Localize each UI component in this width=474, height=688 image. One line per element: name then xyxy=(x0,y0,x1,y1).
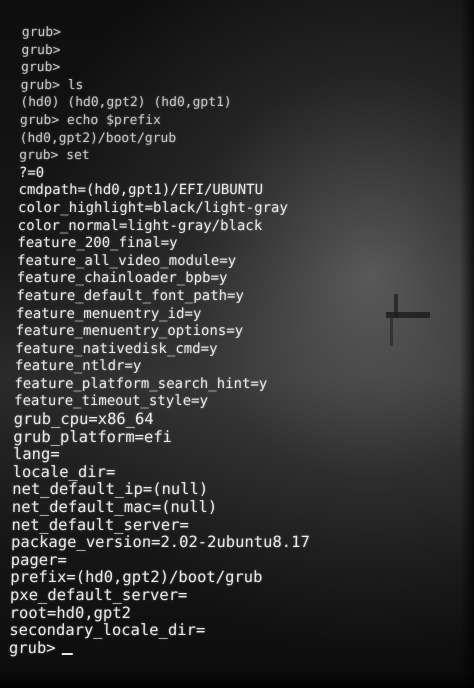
prompt-line[interactable]: grub> xyxy=(8,638,449,658)
console-line: grub> ls xyxy=(20,77,84,93)
console-line: net_default_ip=(null) xyxy=(12,480,209,499)
console-line: feature_default_font_path=y xyxy=(16,287,245,304)
console-line: grub> xyxy=(21,42,61,58)
console-line: feature_platform_search_hint=y xyxy=(14,375,268,392)
console-line: grub_cpu=x86_64 xyxy=(13,410,154,429)
console-line: grub> set xyxy=(19,148,90,164)
screen-bezel-bottom xyxy=(0,670,474,688)
grub-console[interactable]: grub> grub> grub> grub> ls (hd0) (hd0,gp… xyxy=(9,24,462,657)
console-line: grub_platform=efi xyxy=(13,427,173,446)
console-line: lang= xyxy=(12,445,60,464)
console-line: (hd0,gpt2)/boot/grub xyxy=(19,130,177,146)
console-line: color_highlight=black/light-gray xyxy=(17,199,289,216)
console-line: pager= xyxy=(10,550,67,569)
console-line: feature_timeout_style=y xyxy=(13,393,209,410)
prompt-label: grub> xyxy=(8,638,56,657)
console-line: feature_all_video_module=y xyxy=(16,252,237,269)
console-line: prefix=(hd0,gpt2)/boot/grub xyxy=(10,568,263,587)
console-line: feature_chainloader_bpb=y xyxy=(16,270,228,287)
console-line: pxe_default_server= xyxy=(9,586,188,604)
console-line: root=hd0,gpt2 xyxy=(9,603,132,622)
console-line: feature_menuentry_options=y xyxy=(15,323,244,340)
console-line: grub> xyxy=(20,60,61,76)
console-line: package_version=2.02-2ubuntu8.17 xyxy=(10,533,310,552)
console-line: ?=0 xyxy=(18,164,45,181)
console-line: color_normal=light-gray/black xyxy=(17,217,263,234)
console-line: feature_menuentry_id=y xyxy=(15,305,202,322)
screen-bezel-right xyxy=(460,0,474,688)
console-line: secondary_locale_dir= xyxy=(9,621,206,640)
console-line: (hd0) (hd0,gpt2) (hd0,gpt1) xyxy=(20,95,232,111)
console-line: net_default_server= xyxy=(11,515,190,534)
console-line: cmdpath=(hd0,gpt1)/EFI/UBUNTU xyxy=(18,182,264,199)
console-line: feature_nativedisk_cmd=y xyxy=(15,340,218,357)
text-cursor xyxy=(61,652,73,655)
console-line: net_default_mac=(null) xyxy=(11,498,218,517)
console-line: feature_ntldr=y xyxy=(14,358,142,375)
console-line: grub> echo $prefix xyxy=(19,112,162,128)
console-line: grub> xyxy=(21,25,62,40)
console-line: feature_200_final=y xyxy=(17,235,178,252)
photo-of-screen: grub> grub> grub> grub> ls (hd0) (hd0,gp… xyxy=(0,0,474,688)
console-line: locale_dir= xyxy=(12,462,116,481)
